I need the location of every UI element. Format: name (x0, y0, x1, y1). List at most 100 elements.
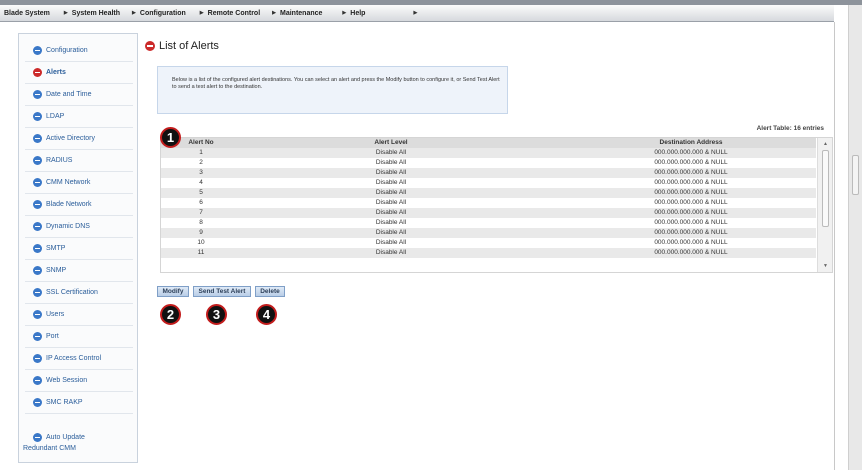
sidebar-item-configuration[interactable]: Configuration (19, 39, 137, 61)
cell-alert-no: 5 (199, 189, 203, 196)
column-header-destination-address[interactable]: Destination Address (616, 139, 766, 146)
sidebar-item-blade-network[interactable]: Blade Network (19, 193, 137, 215)
sidebar-item-smc-rakp[interactable]: SMC RAKP (19, 391, 137, 413)
table-row[interactable]: 11 Disable All 000.000.000.000 & NULL (161, 248, 816, 258)
cell-destination: 000.000.000.000 & NULL (654, 209, 728, 216)
sidebar-item-label: Alerts (46, 68, 66, 76)
table-row[interactable]: 10 Disable All 000.000.000.000 & NULL (161, 238, 816, 248)
table-row[interactable]: 6 Disable All 000.000.000.000 & NULL (161, 198, 816, 208)
alert-table-count: Alert Table: 16 entries (756, 125, 824, 132)
blue-circle-icon (33, 155, 42, 165)
menu-label: Configuration (139, 9, 186, 17)
cell-alert-level: Disable All (375, 169, 407, 176)
sidebar-item-ldap[interactable]: LDAP (19, 105, 137, 127)
blue-circle-icon (33, 265, 42, 275)
table-row[interactable]: 3 Disable All 000.000.000.000 & NULL (161, 168, 816, 178)
table-row[interactable]: 4 Disable All 000.000.000.000 & NULL (161, 178, 816, 188)
blue-circle-icon (33, 199, 42, 209)
sidebar-item-snmp[interactable]: SNMP (19, 259, 137, 281)
delete-button[interactable]: Delete (255, 286, 285, 297)
callout-badge-3: 3 (206, 304, 227, 325)
menu-help[interactable]: ▶ Help (342, 10, 365, 17)
cell-alert-level: Disable All (375, 219, 407, 226)
cell-alert-level: Disable All (375, 199, 407, 206)
blue-circle-icon (33, 45, 42, 55)
sidebar-item-ssl-certification[interactable]: SSL Certification (19, 281, 137, 303)
column-header-alert-level[interactable]: Alert Level (341, 139, 441, 146)
cell-alert-no: 10 (197, 239, 205, 246)
cell-destination: 000.000.000.000 & NULL (654, 249, 728, 256)
menu-arrow-icon: ▶ (413, 10, 418, 16)
sidebar-item-label: SSL Certification (46, 288, 98, 296)
scroll-up-icon[interactable]: ▲ (818, 141, 832, 147)
sidebar-item-ip-access-control[interactable]: IP Access Control (19, 347, 137, 369)
cell-alert-no: 11 (197, 249, 205, 256)
page-scrollbar[interactable] (848, 5, 862, 470)
cell-alert-level: Disable All (375, 249, 407, 256)
sidebar-item-smtp[interactable]: SMTP (19, 237, 137, 259)
cell-alert-no: 8 (199, 219, 203, 226)
info-text: Below is a list of the configured alert … (172, 77, 500, 90)
sidebar-item-label: SMC RAKP (46, 398, 83, 406)
table-row[interactable]: 5 Disable All 000.000.000.000 & NULL (161, 188, 816, 198)
blue-circle-icon (33, 89, 42, 99)
cell-destination: 000.000.000.000 & NULL (654, 199, 728, 206)
sidebar-footer-redundant-cmm[interactable]: Redundant CMM (23, 445, 76, 452)
callout-badge-2: 2 (160, 304, 181, 325)
cell-alert-no: 4 (199, 179, 203, 186)
sidebar-item-radius[interactable]: RADIUS (19, 149, 137, 171)
menu-maintenance[interactable]: ▶ Maintenance (272, 10, 322, 17)
sidebar-item-active-directory[interactable]: Active Directory (19, 127, 137, 149)
sidebar-item-users[interactable]: Users (19, 303, 137, 325)
menu-remote-control[interactable]: ▶ Remote Control (200, 10, 260, 17)
sidebar-item-label: CMM Network (46, 178, 91, 186)
blue-circle-icon (33, 331, 42, 341)
table-header: Alert No Alert Level Destination Address (161, 138, 816, 148)
frame-divider (834, 22, 835, 470)
table-row[interactable]: 9 Disable All 000.000.000.000 & NULL (161, 228, 816, 238)
cell-destination: 000.000.000.000 & NULL (654, 149, 728, 156)
top-menu-bar: Blade System ▶ System Health ▶ Configura… (0, 5, 834, 22)
sidebar-item-label: Blade Network (46, 200, 92, 208)
sidebar-item-label: Configuration (46, 46, 88, 54)
table-scrollbar[interactable]: ▲ ▼ (817, 138, 832, 272)
menu-configuration[interactable]: ▶ Configuration (132, 10, 186, 17)
sidebar-item-label: IP Access Control (46, 354, 102, 362)
sidebar-item-web-session[interactable]: Web Session (19, 369, 137, 391)
sidebar-item-port[interactable]: Port (19, 325, 137, 347)
menu-arrow-icon: ▶ (272, 10, 276, 16)
cell-alert-no: 3 (199, 169, 203, 176)
table-row[interactable]: 2 Disable All 000.000.000.000 & NULL (161, 158, 816, 168)
table-row[interactable]: 7 Disable All 000.000.000.000 & NULL (161, 208, 816, 218)
sidebar-item-label: Active Directory (46, 134, 96, 142)
cell-alert-level: Disable All (375, 189, 407, 196)
sidebar-item-dynamic-dns[interactable]: Dynamic DNS (19, 215, 137, 237)
cell-alert-level: Disable All (375, 149, 407, 156)
sidebar-item-date-and-time[interactable]: Date and Time (19, 83, 137, 105)
menu-more[interactable]: ▶ (413, 10, 421, 16)
sidebar-item-label: Dynamic DNS (46, 222, 90, 230)
scroll-down-icon[interactable]: ▼ (818, 263, 832, 269)
red-circle-icon (33, 67, 42, 77)
sidebar-item-alerts[interactable]: Alerts (19, 61, 137, 83)
menu-arrow-icon: ▶ (342, 10, 347, 16)
sidebar-item-label: RADIUS (46, 156, 73, 164)
blue-circle-icon (33, 111, 42, 121)
blue-circle-icon (33, 243, 42, 253)
sidebar-item-cmm-network[interactable]: CMM Network (19, 171, 137, 193)
modify-button[interactable]: Modify (157, 286, 189, 297)
sidebar: Configuration Alerts Date and Time LDAP … (18, 33, 138, 463)
sidebar-item-label: SNMP (46, 266, 67, 274)
page-scrollbar-thumb[interactable] (852, 155, 859, 195)
menu-blade-system[interactable]: Blade System (4, 10, 50, 17)
menu-system-health[interactable]: ▶ System Health (64, 10, 120, 17)
table-row[interactable]: 1 Disable All 000.000.000.000 & NULL (161, 148, 816, 158)
cell-alert-level: Disable All (375, 239, 407, 246)
table-scrollbar-thumb[interactable] (822, 150, 829, 227)
table-row[interactable]: 8 Disable All 000.000.000.000 & NULL (161, 218, 816, 228)
sidebar-item-label: Port (46, 332, 59, 340)
send-test-alert-button[interactable]: Send Test Alert (193, 286, 251, 297)
blue-circle-icon (33, 397, 42, 407)
cell-destination: 000.000.000.000 & NULL (654, 219, 728, 226)
menu-arrow-icon: ▶ (63, 10, 68, 16)
